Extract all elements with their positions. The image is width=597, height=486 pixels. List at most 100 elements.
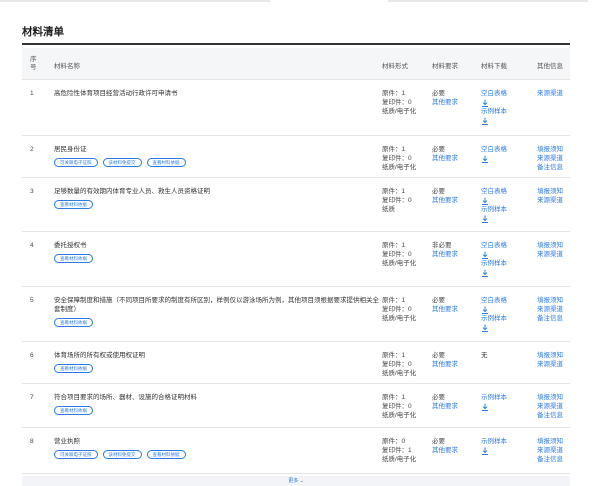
material-tag[interactable]: 查看材料依据 (54, 405, 93, 415)
other-requirements-link[interactable]: 其他要求 (432, 447, 458, 456)
material-form: 原件：1 复印件：0 纸质/电子化 (382, 90, 416, 116)
download-icon[interactable] (481, 447, 489, 456)
show-more-button[interactable]: 更多 ⌄ (22, 476, 570, 486)
form-line: 复印件：0 (382, 196, 412, 204)
material-tag[interactable]: 该材料免提交 (102, 449, 142, 459)
form-line: 复印件：0 (382, 305, 412, 313)
material-name-text: 营业执照 (54, 438, 80, 445)
download-icon[interactable] (481, 306, 489, 315)
requirement-level: 必要 (432, 90, 445, 97)
download-icon[interactable] (481, 269, 489, 278)
other-requirements-link[interactable]: 其他要求 (432, 306, 458, 315)
download-link[interactable]: 空白表格 (481, 90, 507, 99)
download-link[interactable]: 空白表格 (481, 146, 507, 155)
requirement-level: 必要 (432, 438, 445, 445)
other-info-link[interactable]: 来源渠道 (537, 197, 563, 206)
row-number: 8 (30, 438, 34, 445)
material-name-text: 足够数量的有效期内体育专业人员、救生人员资格证明 (54, 188, 210, 195)
other-info-link[interactable]: 来源渠道 (537, 306, 563, 315)
other-info: 来源渠道 (537, 90, 563, 99)
requirement-level: 必要 (432, 394, 445, 401)
form-line: 复印件：0 (382, 250, 412, 258)
material-downloads: 空白表格 示例样本 (481, 297, 507, 333)
material-downloads: 示例样本 (481, 438, 507, 456)
top-divider (0, 0, 597, 3)
other-requirements-link[interactable]: 其他要求 (432, 251, 458, 260)
download-link[interactable]: 空白表格 (481, 242, 507, 251)
other-requirements-link[interactable]: 其他要求 (432, 403, 458, 412)
material-tag[interactable]: 查看材料依据 (54, 199, 93, 209)
download-icon[interactable] (481, 99, 489, 108)
other-requirements-link[interactable]: 其他要求 (432, 197, 458, 206)
download-link[interactable]: 空白表格 (481, 188, 507, 197)
download-link[interactable]: 示例样本 (481, 206, 507, 215)
material-form: 原件：1 复印件：0 纸质/电子化 (382, 394, 416, 420)
other-info-link[interactable]: 来源渠道 (537, 90, 563, 99)
other-info-link[interactable]: 来源渠道 (537, 403, 563, 412)
material-requirement: 必要 其他要求 (432, 188, 458, 206)
material-tag[interactable]: 查看材料依据 (146, 157, 186, 167)
download-icon[interactable] (481, 251, 489, 260)
download-icon[interactable] (481, 403, 489, 412)
other-info-link[interactable]: 备注信息 (537, 315, 563, 324)
other-info-link[interactable]: 填报须知 (537, 394, 563, 403)
material-tag[interactable]: 可关联电子证照 (54, 157, 98, 167)
material-name: 居民身份证 可关联电子证照 该材料免提交 查看材料依据 (54, 146, 384, 168)
material-name-text: 安全保障制度和措施（不同项目所要求的制度有所区别，样例仅以游泳场所为例，其他项目… (54, 297, 379, 313)
download-link[interactable]: 示例样本 (481, 315, 507, 324)
material-requirement: 非必要 其他要求 (432, 242, 458, 260)
table-row: 8 营业执照 可关联电子证照 该材料免提交 查看材料依据 原件：0 复印件：1 纸质/电子化必… (22, 428, 570, 474)
other-info-link[interactable]: 备注信息 (537, 456, 563, 465)
material-name: 安全保障制度和措施（不同项目所要求的制度有所区别，样例仅以游泳场所为例，其他项目… (54, 297, 384, 327)
download-link[interactable]: 示例样本 (481, 438, 507, 447)
other-info: 填报须知 来源渠道 (537, 242, 563, 260)
download-icon[interactable] (481, 215, 489, 224)
material-name-text: 符合项目要求的场所、器材、设施的合格证明材料 (54, 394, 197, 401)
download-icon[interactable] (481, 155, 489, 164)
download-icon[interactable] (481, 324, 489, 333)
other-requirements-link[interactable]: 其他要求 (432, 99, 458, 108)
other-info-link[interactable]: 来源渠道 (537, 251, 563, 260)
download-link[interactable]: 示例样本 (481, 260, 507, 269)
download-link[interactable]: 空白表格 (481, 297, 507, 306)
other-info-link[interactable]: 备注信息 (537, 164, 563, 173)
requirement-level: 必要 (432, 352, 445, 359)
materials-table: 序号 材料名称 材料形式 材料要求 材料下载 其他信息 1 高危险性体育项目经营活… (22, 48, 570, 474)
other-info-link[interactable]: 填报须知 (537, 297, 563, 306)
form-line: 纸质 (382, 205, 395, 213)
material-tag[interactable]: 查看材料依据 (54, 363, 93, 373)
download-link[interactable]: 示例样本 (481, 394, 507, 403)
row-number: 1 (30, 90, 34, 97)
other-info-link[interactable]: 填报须知 (537, 146, 563, 155)
other-info-link[interactable]: 来源渠道 (537, 361, 563, 370)
other-requirements-link[interactable]: 其他要求 (432, 155, 458, 164)
other-info-link[interactable]: 来源渠道 (537, 447, 563, 456)
material-tag[interactable]: 查看材料依据 (54, 253, 93, 263)
other-info-link[interactable]: 来源渠道 (537, 155, 563, 164)
form-line: 复印件：1 (382, 446, 412, 454)
table-row: 2 居民身份证 可关联电子证照 该材料免提交 查看材料依据 原件：1 复印件：0 纸质/电子化… (22, 136, 570, 178)
row-number: 7 (30, 394, 34, 401)
other-info-link[interactable]: 备注信息 (537, 412, 563, 421)
other-info-link[interactable]: 填报须知 (537, 438, 563, 447)
other-requirements-link[interactable]: 其他要求 (432, 361, 458, 370)
download-link[interactable]: 示例样本 (481, 108, 507, 117)
table-row: 4 委托授权书 查看材料依据 原件：1 复印件：0 纸质/电子化 非必要 其他要求 空白表格 示例… (22, 232, 570, 287)
other-info: 填报须知 来源渠道 备注信息 (537, 394, 563, 420)
download-icon[interactable] (481, 197, 489, 206)
header-form: 材料形式 (382, 63, 408, 70)
material-tag[interactable]: 查看材料依据 (146, 449, 186, 459)
material-tags: 可关联电子证照 该材料免提交 查看材料依据 (54, 449, 384, 460)
other-info-link[interactable]: 填报须知 (537, 242, 563, 251)
material-tag[interactable]: 该材料免提交 (102, 157, 142, 167)
other-info-link[interactable]: 填报须知 (537, 188, 563, 197)
table-row: 6 体育场所的所有权或使用权证明 查看材料依据 原件：1 复印件：0 纸质/电子化 必要 其他… (22, 342, 570, 384)
other-info-link[interactable]: 填报须知 (537, 352, 563, 361)
download-icon[interactable] (481, 117, 489, 126)
form-line: 原件：1 (382, 146, 406, 153)
material-tag[interactable]: 可关联电子证照 (54, 449, 98, 459)
no-download-text: 无 (481, 352, 488, 359)
header-name: 材料名称 (54, 63, 80, 70)
material-tag[interactable]: 查看材料依据 (54, 317, 93, 327)
material-tags: 查看材料依据 (54, 253, 384, 264)
